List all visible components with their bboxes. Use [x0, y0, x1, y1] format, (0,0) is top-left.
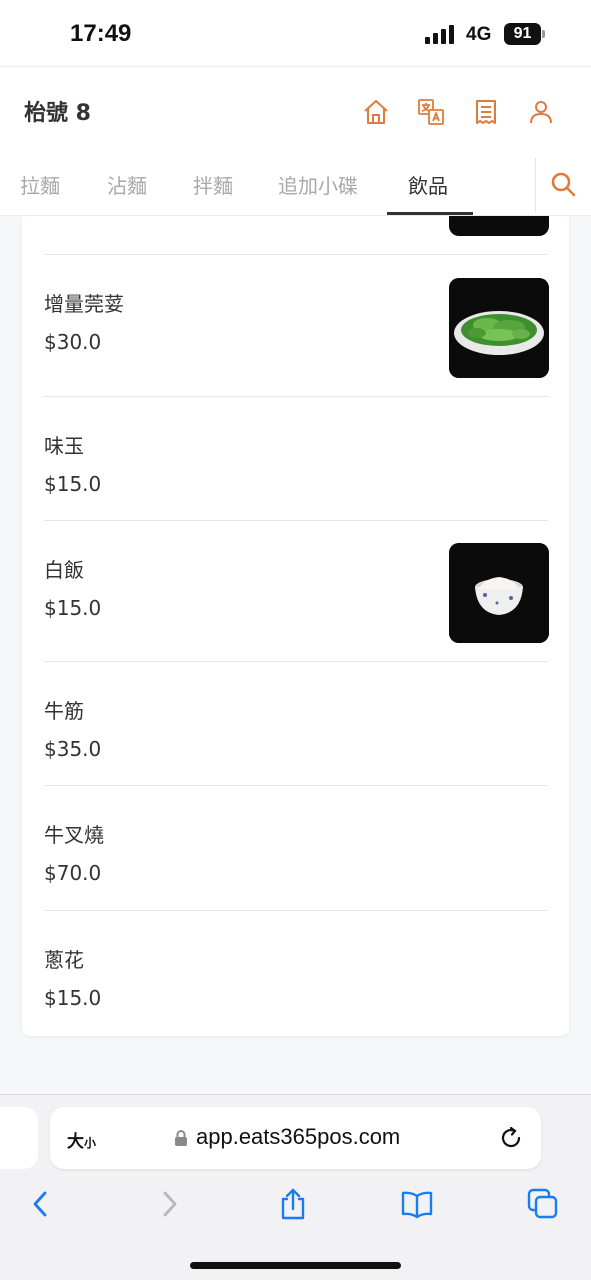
- menu-item[interactable]: 牛叉燒 $70.0: [22, 786, 569, 910]
- back-icon[interactable]: [24, 1187, 58, 1221]
- receipt-icon[interactable]: [471, 97, 501, 127]
- menu-item[interactable]: 白飯 $15.0: [22, 521, 569, 661]
- network-type: 4G: [466, 24, 492, 45]
- table-title: 枱號 8: [24, 101, 91, 126]
- app-header: 枱號 8: [0, 66, 591, 154]
- tab-drinks[interactable]: 飲品: [408, 170, 448, 199]
- home-icon[interactable]: [361, 97, 391, 127]
- menu-item-name: 牛叉燒: [44, 823, 104, 847]
- search-icon[interactable]: [549, 170, 577, 198]
- reload-icon[interactable]: [498, 1125, 524, 1151]
- menu-item-list: 增量莞荽 $30.0 味玉 $15.0 白飯 $15.0 牛筋 $35.0 牛叉…: [22, 216, 569, 1036]
- menu-item[interactable]: 蔥花 $15.0: [22, 911, 569, 1035]
- menu-item-price: $15.0: [44, 472, 102, 496]
- battery-tip: [542, 30, 545, 38]
- menu-item-price: $30.0: [44, 330, 102, 354]
- translate-icon[interactable]: [416, 97, 446, 127]
- menu-item-name: 白飯: [44, 558, 84, 582]
- user-icon[interactable]: [526, 97, 556, 127]
- address-bar[interactable]: 大小 app.eats365pos.com: [50, 1107, 541, 1169]
- previous-tab-preview[interactable]: [0, 1107, 38, 1169]
- browser-toolbar: 大小 app.eats365pos.com: [0, 1094, 591, 1280]
- status-time: 17:49: [70, 20, 132, 47]
- forward-icon[interactable]: [152, 1187, 186, 1221]
- salad-icon: [449, 278, 549, 378]
- menu-item-price: $35.0: [44, 737, 102, 761]
- status-bar: 17:49 4G 91: [0, 0, 591, 66]
- menu-item-price: $15.0: [44, 596, 102, 620]
- active-tab-indicator: [387, 212, 473, 215]
- menu-item[interactable]: 牛筋 $35.0: [22, 662, 569, 786]
- tabs-divider: [535, 158, 536, 212]
- signal-strength-icon: [425, 25, 454, 44]
- lock-icon: [174, 1129, 188, 1147]
- menu-item-image: [449, 216, 549, 236]
- menu-item[interactable]: 增量莞荽 $30.0: [22, 255, 569, 396]
- text-size-large: 大: [67, 1132, 84, 1152]
- rice-bowl-icon: [449, 543, 549, 643]
- tab-ramen[interactable]: 拉麵: [20, 170, 60, 199]
- menu-item-price: $15.0: [44, 986, 102, 1010]
- url-text: app.eats365pos.com: [196, 1124, 401, 1149]
- text-size-button[interactable]: 大小: [67, 1127, 96, 1152]
- bookmarks-icon[interactable]: [400, 1187, 434, 1221]
- battery-icon: 91: [504, 23, 541, 45]
- menu-item-name: 牛筋: [44, 699, 84, 723]
- category-tabs: 拉麵 沾麵 拌麵 追加小碟 飲品: [0, 154, 591, 216]
- menu-item-price: $70.0: [44, 861, 102, 885]
- tab-mazemen[interactable]: 拌麵: [193, 170, 233, 199]
- menu-item-name: 味玉: [44, 434, 84, 458]
- menu-item[interactable]: 味玉 $15.0: [22, 397, 569, 521]
- menu-item-name: 增量莞荽: [44, 292, 124, 316]
- text-size-small: 小: [84, 1136, 97, 1150]
- share-icon[interactable]: [276, 1187, 310, 1221]
- tabs-icon[interactable]: [526, 1187, 560, 1221]
- tab-tsukemen[interactable]: 沾麵: [107, 170, 147, 199]
- battery-level: 91: [513, 25, 532, 42]
- menu-item-name: 蔥花: [44, 948, 84, 972]
- tab-extra-sides[interactable]: 追加小碟: [278, 170, 358, 199]
- home-indicator: [190, 1262, 401, 1269]
